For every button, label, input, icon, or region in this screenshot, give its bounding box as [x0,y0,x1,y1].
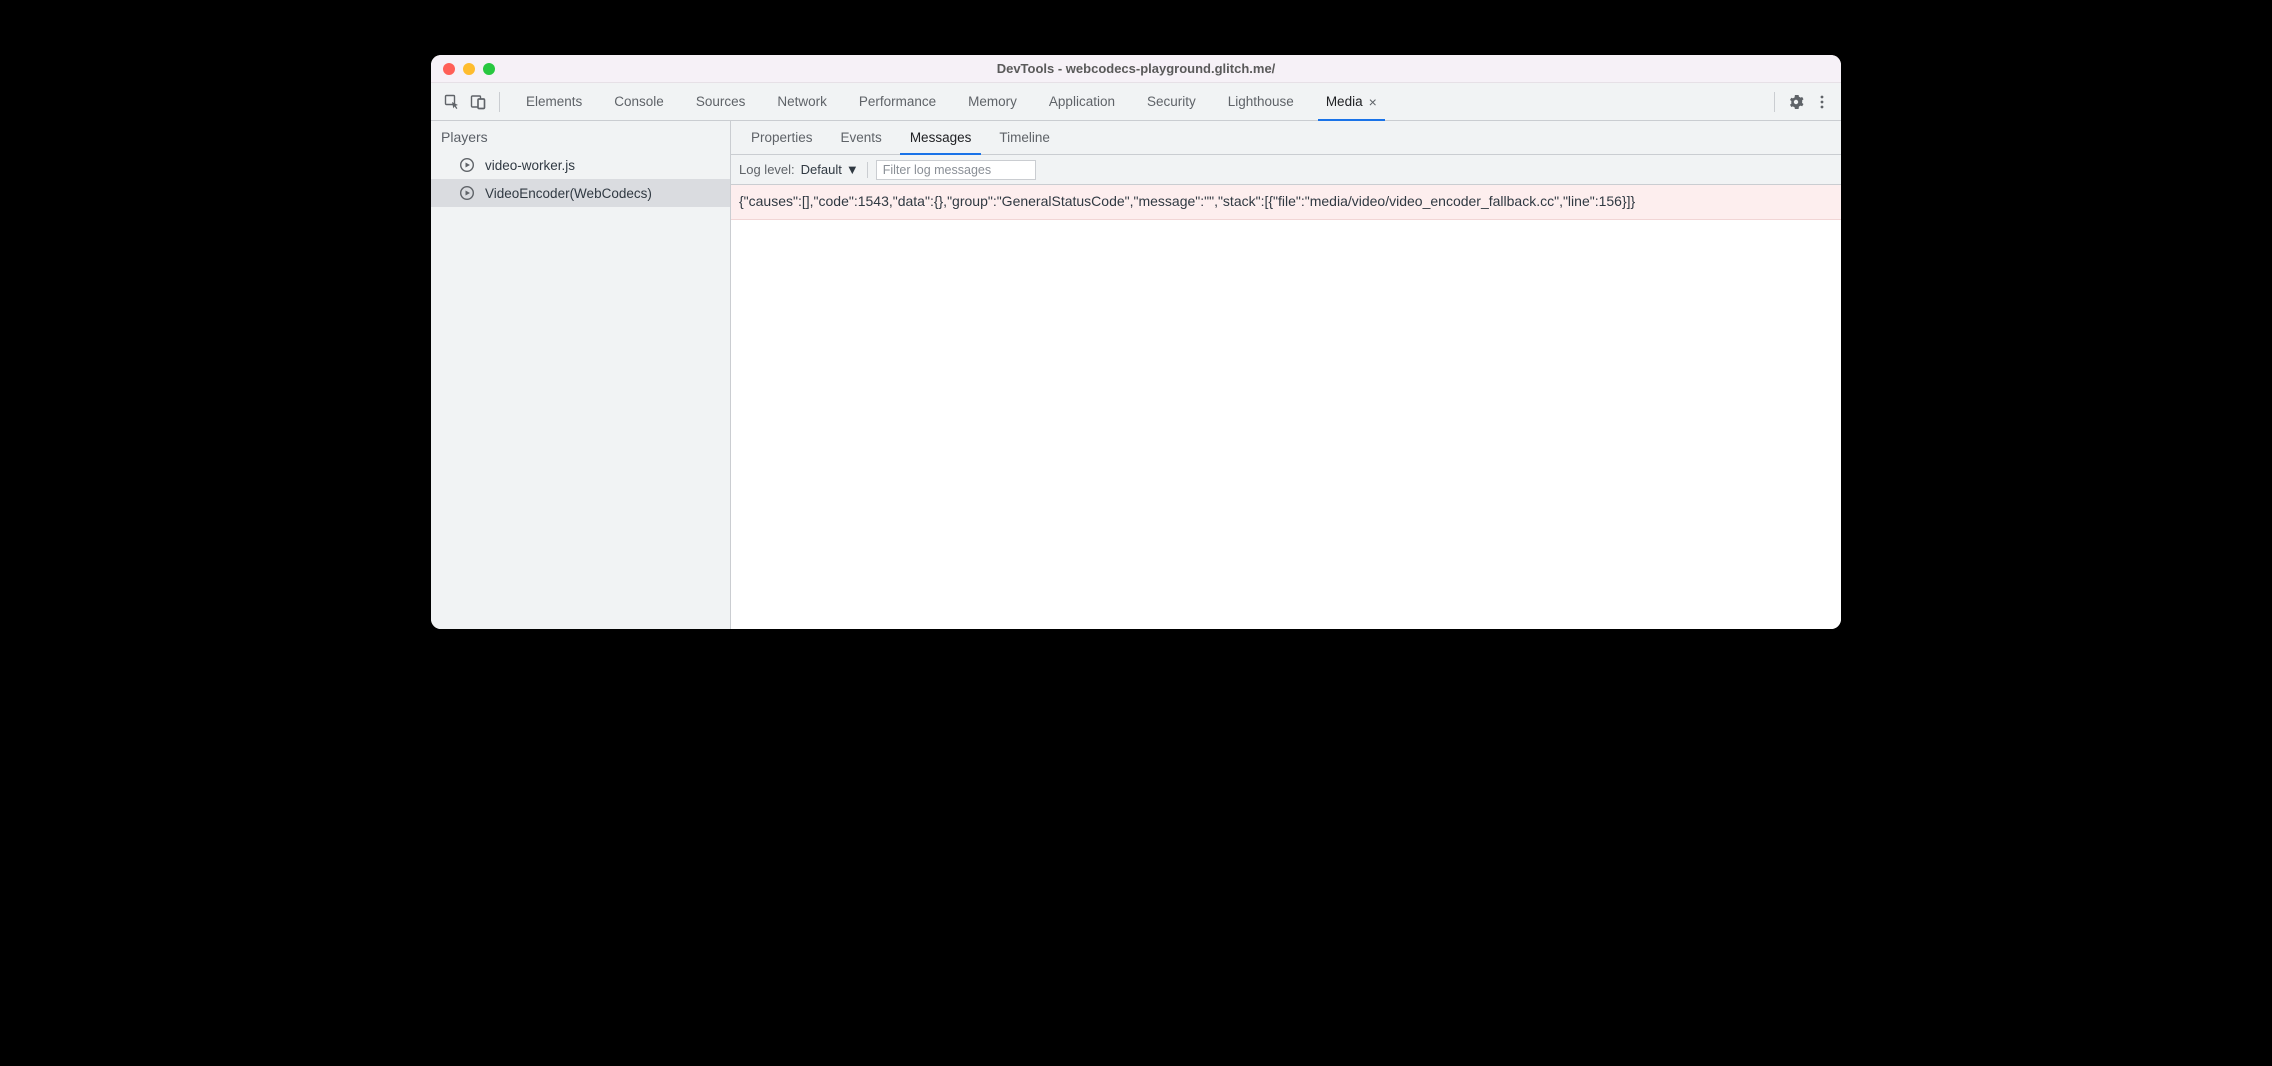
main-panel: Properties Events Messages Timeline Log … [731,121,1841,629]
sidebar-title: Players [431,121,730,151]
tab-media[interactable]: Media × [1310,83,1393,120]
toolbar-divider [499,92,500,112]
toolbar-right [1768,91,1833,113]
close-window-button[interactable] [443,63,455,75]
play-icon [459,157,475,173]
more-menu-icon[interactable] [1811,91,1833,113]
tab-label: Network [777,94,827,109]
toolbar-divider [1774,92,1775,112]
close-tab-icon[interactable]: × [1369,95,1377,109]
subtab-properties[interactable]: Properties [737,121,827,154]
subtab-messages[interactable]: Messages [896,121,986,154]
players-sidebar: Players video-worker.js VideoEn [431,121,731,629]
main-tabstrip: Elements Console Sources Network Perform… [431,83,1841,121]
log-level-selector[interactable]: Log level: Default ▼ [739,162,859,177]
subtab-label: Messages [910,130,972,145]
log-level-label: Log level: [739,162,795,177]
tab-label: Lighthouse [1228,94,1294,109]
toolbar-divider [867,162,868,178]
devtools-window: DevTools - webcodecs-playground.glitch.m… [431,55,1841,629]
filter-input[interactable] [876,160,1036,180]
zoom-window-button[interactable] [483,63,495,75]
tab-label: Sources [696,94,746,109]
subtab-label: Properties [751,130,813,145]
subtab-timeline[interactable]: Timeline [985,121,1064,154]
settings-gear-icon[interactable] [1785,91,1807,113]
play-icon [459,185,475,201]
chevron-down-icon: ▼ [846,162,859,177]
device-toolbar-icon[interactable] [467,91,489,113]
player-label: VideoEncoder(WebCodecs) [485,186,652,201]
tab-elements[interactable]: Elements [510,83,598,120]
log-level-value: Default [801,162,842,177]
window-controls [431,63,495,75]
tab-console[interactable]: Console [598,83,680,120]
subtab-label: Events [841,130,882,145]
subtab-events[interactable]: Events [827,121,896,154]
main-tabs: Elements Console Sources Network Perform… [510,83,1764,120]
tab-sources[interactable]: Sources [680,83,762,120]
subtab-label: Timeline [999,130,1050,145]
tab-memory[interactable]: Memory [952,83,1033,120]
titlebar: DevTools - webcodecs-playground.glitch.m… [431,55,1841,83]
player-item[interactable]: VideoEncoder(WebCodecs) [431,179,730,207]
tab-lighthouse[interactable]: Lighthouse [1212,83,1310,120]
inspect-element-icon[interactable] [441,91,463,113]
tab-label: Memory [968,94,1017,109]
tab-security[interactable]: Security [1131,83,1212,120]
filter-toolbar: Log level: Default ▼ [731,155,1841,185]
media-subtabs: Properties Events Messages Timeline [731,121,1841,155]
tab-network[interactable]: Network [761,83,843,120]
tab-label: Elements [526,94,582,109]
tab-performance[interactable]: Performance [843,83,952,120]
messages-list[interactable]: {"causes":[],"code":1543,"data":{},"grou… [731,185,1841,629]
log-message-row[interactable]: {"causes":[],"code":1543,"data":{},"grou… [731,185,1841,220]
window-title: DevTools - webcodecs-playground.glitch.m… [431,61,1841,76]
tab-label: Performance [859,94,936,109]
tab-application[interactable]: Application [1033,83,1131,120]
tab-label: Security [1147,94,1196,109]
panel-body: Players video-worker.js VideoEn [431,121,1841,629]
tab-label: Media [1326,94,1363,109]
player-item[interactable]: video-worker.js [431,151,730,179]
minimize-window-button[interactable] [463,63,475,75]
tab-label: Application [1049,94,1115,109]
tab-label: Console [614,94,664,109]
player-label: video-worker.js [485,158,575,173]
